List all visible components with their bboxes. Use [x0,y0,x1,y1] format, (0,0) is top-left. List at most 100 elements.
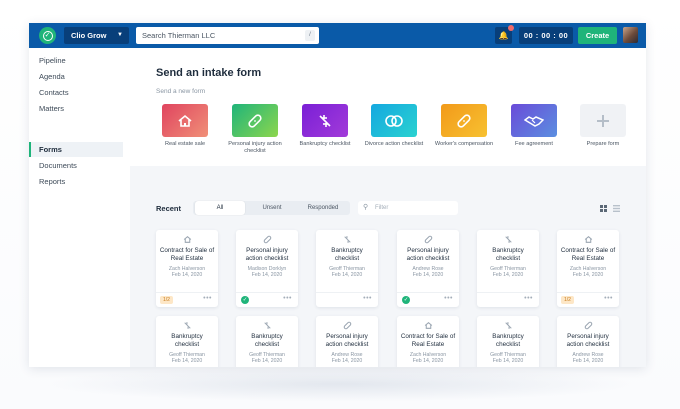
intake-panel: Send an intake form Send a new form Real… [130,48,646,166]
section-subtitle: Send a new form [156,88,206,95]
card-title: Personal injury action checklist [566,333,610,348]
intake-tile[interactable]: Worker's compensation [429,104,499,148]
tile-label: Worker's compensation [434,141,494,147]
form-card[interactable]: Personal injury action checklist Andrew R… [557,316,619,367]
card-date: Feb 14, 2020 [331,272,363,278]
more-options-icon[interactable]: ••• [203,295,212,302]
card-title: Bankruptcy checklist [171,333,203,348]
broken-dollar-icon [477,321,539,330]
tile-label: Divorce action checklist [364,141,424,147]
tile-label: Fee agreement [515,141,553,147]
form-card[interactable]: Personal injury action checklist Andrew R… [397,230,459,307]
tile-label: Bankruptcy checklist [299,141,351,147]
sidebar-item-agenda[interactable]: Agenda [29,69,123,84]
card-title: Contract for Sale of Real Estate [159,247,215,262]
avatar[interactable] [623,27,638,43]
card-footer: ••• [477,292,539,307]
card-title: Bankruptcy checklist [331,247,363,262]
tab-responded[interactable]: Responded [297,201,349,215]
main-content: Send an intake form Send a new form Real… [130,48,646,367]
form-card[interactable]: Bankruptcy checklist Geoff Thierman Feb 14… [156,316,218,367]
bandage-icon [316,321,378,330]
app-switcher-button[interactable]: Clio Grow ▼ [64,27,129,44]
recent-heading: Recent [156,204,182,213]
search-input[interactable]: Search Thierman LLC / [136,27,319,44]
intake-tile[interactable]: Prepare form [568,104,638,148]
timer-button[interactable]: 00 : 00 : 00 [519,27,573,44]
form-card[interactable]: Bankruptcy checklist Geoff Thierman Feb 14… [236,316,298,367]
bandage-icon [441,104,487,137]
check-icon: ✓ [402,296,410,304]
form-card[interactable]: Bankruptcy checklist Geoff Thierman Feb 14… [316,230,378,307]
tab-all[interactable]: All [195,201,245,215]
card-date: Feb 14, 2020 [572,272,604,278]
sidebar-item-forms[interactable]: Forms [29,142,123,157]
house-icon [557,235,619,244]
form-card[interactable]: Bankruptcy checklist Geoff Thierman Feb 14… [477,316,539,367]
recent-filter-tabs: All Unsent Responded [193,201,350,215]
house-icon [162,104,208,137]
bandage-icon [397,235,459,244]
form-card[interactable]: Personal injury action checklist Madison … [236,230,298,307]
filter-placeholder: Filter [375,205,389,211]
filter-input[interactable]: ⚲ Filter [358,201,458,215]
card-title: Contract for Sale of Real Estate [560,247,616,262]
card-date: Feb 14, 2020 [251,272,283,278]
card-date: Feb 14, 2020 [492,358,524,364]
tile-label: Personal injury action checklist [228,141,282,154]
intake-tile[interactable]: Divorce action checklist [359,104,429,148]
more-options-icon[interactable]: ••• [363,295,372,302]
search-shortcut-hint: / [305,30,315,41]
broken-dollar-icon [156,321,218,330]
status-badge: 1/2 [160,296,173,304]
more-options-icon[interactable]: ••• [283,295,292,302]
caret-down-icon: ▼ [117,32,123,38]
handshake-icon [511,104,557,137]
card-footer: ✓ ••• [397,292,459,307]
form-card[interactable]: Bankruptcy checklist Geoff Thierman Feb 14… [477,230,539,307]
intake-tile[interactable]: Fee agreement [499,104,569,148]
app-name: Clio Grow [71,31,107,40]
card-title: Bankruptcy checklist [492,247,524,262]
house-icon [397,321,459,330]
card-title: Contract for Sale of Real Estate [400,333,456,348]
intake-tile[interactable]: Personal injury action checklist [220,104,290,155]
rings-icon [371,104,417,137]
sidebar-item-matters[interactable]: Matters [29,101,123,116]
intake-tile[interactable]: Real estate sale [150,104,220,148]
tab-unsent[interactable]: Unsent [248,201,296,215]
plus-icon [580,104,626,137]
create-button[interactable]: Create [578,27,617,44]
bandage-icon [236,235,298,244]
card-date: Feb 14, 2020 [572,358,604,364]
app-window: ✓ Clio Grow ▼ Search Thierman LLC / 🔔 00… [29,23,646,367]
form-card[interactable]: Contract for Sale of Real Estate Zach Hal… [557,230,619,307]
card-date: Feb 14, 2020 [251,358,283,364]
page-title: Send an intake form [156,67,262,79]
sidebar-item-contacts[interactable]: Contacts [29,85,123,100]
card-date: Feb 14, 2020 [492,272,524,278]
sidebar-item-pipeline[interactable]: Pipeline [29,53,123,68]
form-card[interactable]: Contract for Sale of Real Estate Zach Hal… [156,230,218,307]
sidebar-item-reports[interactable]: Reports [29,174,123,189]
more-options-icon[interactable]: ••• [524,295,533,302]
bandage-icon [557,321,619,330]
search-icon: ⚲ [363,204,369,211]
card-footer: ••• [316,292,378,307]
form-card[interactable]: Contract for Sale of Real Estate Zach Hal… [397,316,459,367]
window-shadow [40,366,640,402]
sidebar-item-documents[interactable]: Documents [29,158,123,173]
house-icon [156,235,218,244]
clio-logo-icon[interactable]: ✓ [39,27,56,44]
sidebar: Pipeline Agenda Contacts Matters Forms D… [29,48,131,367]
more-options-icon[interactable]: ••• [444,295,453,302]
form-card[interactable]: Personal injury action checklist Andrew R… [316,316,378,367]
more-options-icon[interactable]: ••• [604,295,613,302]
check-icon: ✓ [241,296,249,304]
broken-dollar-icon [302,104,348,137]
list-view-icon[interactable] [613,205,620,212]
card-footer: ✓ ••• [236,292,298,307]
grid-view-icon[interactable] [600,205,607,212]
intake-tile[interactable]: Bankruptcy checklist [290,104,360,148]
card-title: Personal injury action checklist [325,333,369,348]
